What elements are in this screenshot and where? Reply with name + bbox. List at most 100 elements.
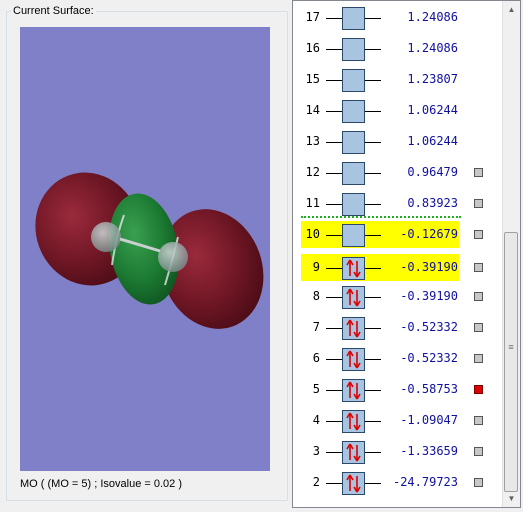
surface-toggle-checkbox[interactable]	[474, 292, 483, 301]
level-line-left	[326, 173, 342, 174]
mo-number: 15	[305, 72, 320, 86]
orbital-level-box[interactable]	[342, 69, 365, 92]
level-line-right	[365, 80, 381, 81]
orbital-level-box[interactable]	[342, 472, 365, 495]
mo-row-6[interactable]: 6 -0.52332	[293, 345, 501, 376]
orbital-level-box[interactable]	[342, 348, 365, 371]
surface-toggle-checkbox[interactable]	[474, 416, 483, 425]
orbital-level-box[interactable]	[342, 257, 365, 280]
level-line-left	[326, 483, 342, 484]
mo-row-10[interactable]: 10 -0.12679	[293, 221, 501, 252]
surface-toggle-checkbox[interactable]	[474, 230, 483, 239]
level-line-left	[326, 49, 342, 50]
surface-toggle-checkbox[interactable]	[474, 447, 483, 456]
mo-number: 13	[305, 134, 320, 148]
mo-row-13[interactable]: 13 1.06244	[293, 128, 501, 159]
mo-energy: 0.83923	[407, 196, 458, 210]
electron-pair-icon	[346, 381, 361, 400]
mo-number: 17	[305, 10, 320, 24]
mo-row-14[interactable]: 14 1.06244	[293, 97, 501, 128]
surface-toggle-checkbox[interactable]	[474, 354, 483, 363]
level-line-right	[365, 18, 381, 19]
electron-pair-icon	[346, 319, 361, 338]
level-line-right	[365, 49, 381, 50]
level-line-right	[365, 204, 381, 205]
mo-row-16[interactable]: 16 1.24086	[293, 35, 501, 66]
surface-toggle-checkbox[interactable]	[474, 385, 483, 394]
group-title: Current Surface:	[11, 4, 96, 18]
vertical-scrollbar[interactable]: ▲ ≡ ▼	[502, 1, 520, 507]
orbital-level-box[interactable]	[342, 131, 365, 154]
homo-lumo-divider	[301, 216, 461, 218]
mo-number: 14	[305, 103, 320, 117]
mo-row-3[interactable]: 3 -1.33659	[293, 438, 501, 469]
orbital-level-box[interactable]	[342, 193, 365, 216]
mo-number: 11	[305, 196, 320, 210]
level-line-right	[365, 452, 381, 453]
mo-row-7[interactable]: 7 -0.52332	[293, 314, 501, 345]
surface-toggle-checkbox[interactable]	[474, 199, 483, 208]
mo-number: 5	[312, 382, 320, 396]
mo-energy: 1.24086	[407, 10, 458, 24]
mo-number: 9	[312, 260, 320, 274]
level-line-right	[365, 142, 381, 143]
orbital-level-box[interactable]	[342, 410, 365, 433]
orbital-level-box[interactable]	[342, 286, 365, 309]
orbital-level-box[interactable]	[342, 38, 365, 61]
mo-number: 2	[312, 475, 320, 489]
mo-row-17[interactable]: 17 1.24086	[293, 4, 501, 35]
level-line-right	[365, 328, 381, 329]
scrollbar-thumb[interactable]: ≡	[504, 232, 518, 492]
mo-energy: 1.24086	[407, 41, 458, 55]
mo-row-12[interactable]: 12 0.96479	[293, 159, 501, 190]
mo-number: 16	[305, 41, 320, 55]
electron-pair-icon	[346, 288, 361, 307]
mo-row-15[interactable]: 15 1.23807	[293, 66, 501, 97]
electron-pair-icon	[346, 259, 361, 278]
level-line-left	[326, 452, 342, 453]
level-line-left	[326, 235, 342, 236]
level-line-right	[365, 297, 381, 298]
mo-energy-list-panel[interactable]: 17 1.24086 16 1.24086 15 1.23807 14 1.06244 13 1.…	[292, 0, 521, 508]
surface-toggle-checkbox[interactable]	[474, 168, 483, 177]
mo-energy: -0.52332	[400, 320, 458, 334]
orbital-level-box[interactable]	[342, 100, 365, 123]
level-line-left	[326, 80, 342, 81]
level-line-left	[326, 390, 342, 391]
level-line-right	[365, 359, 381, 360]
orbital-level-box[interactable]	[342, 317, 365, 340]
surface-toggle-checkbox[interactable]	[474, 478, 483, 487]
mo-energy: -1.09047	[400, 413, 458, 427]
scroll-down-arrow-icon[interactable]: ▼	[503, 490, 520, 507]
mo-row-8[interactable]: 8 -0.39190	[293, 283, 501, 314]
mo-row-9[interactable]: 9 -0.39190	[293, 254, 501, 285]
level-line-right	[365, 268, 381, 269]
level-line-left	[326, 18, 342, 19]
mo-row-4[interactable]: 4 -1.09047	[293, 407, 501, 438]
level-line-right	[365, 111, 381, 112]
mo-energy: -24.79723	[392, 475, 458, 489]
surface-toggle-checkbox[interactable]	[474, 263, 483, 272]
mo-energy: 1.06244	[407, 134, 458, 148]
mo-number: 4	[312, 413, 320, 427]
mo-energy: -1.33659	[400, 444, 458, 458]
orbital-level-box[interactable]	[342, 441, 365, 464]
mo-row-2[interactable]: 2 -24.79723	[293, 469, 501, 500]
electron-pair-icon	[346, 443, 361, 462]
scroll-up-arrow-icon[interactable]: ▲	[503, 1, 520, 18]
orbital-level-box[interactable]	[342, 379, 365, 402]
mo-number: 7	[312, 320, 320, 334]
mo-row-5[interactable]: 5 -0.58753	[293, 376, 501, 407]
level-line-left	[326, 204, 342, 205]
mo-energy: 1.06244	[407, 103, 458, 117]
molecule-viewport[interactable]	[20, 27, 270, 471]
orbital-level-box[interactable]	[342, 162, 365, 185]
mo-energy: -0.12679	[400, 227, 458, 241]
level-line-left	[326, 359, 342, 360]
mo-energy: -0.39190	[400, 289, 458, 303]
orbital-level-box[interactable]	[342, 224, 365, 247]
orbital-level-box[interactable]	[342, 7, 365, 30]
mo-energy: 1.23807	[407, 72, 458, 86]
mo-energy: -0.58753	[400, 382, 458, 396]
surface-toggle-checkbox[interactable]	[474, 323, 483, 332]
